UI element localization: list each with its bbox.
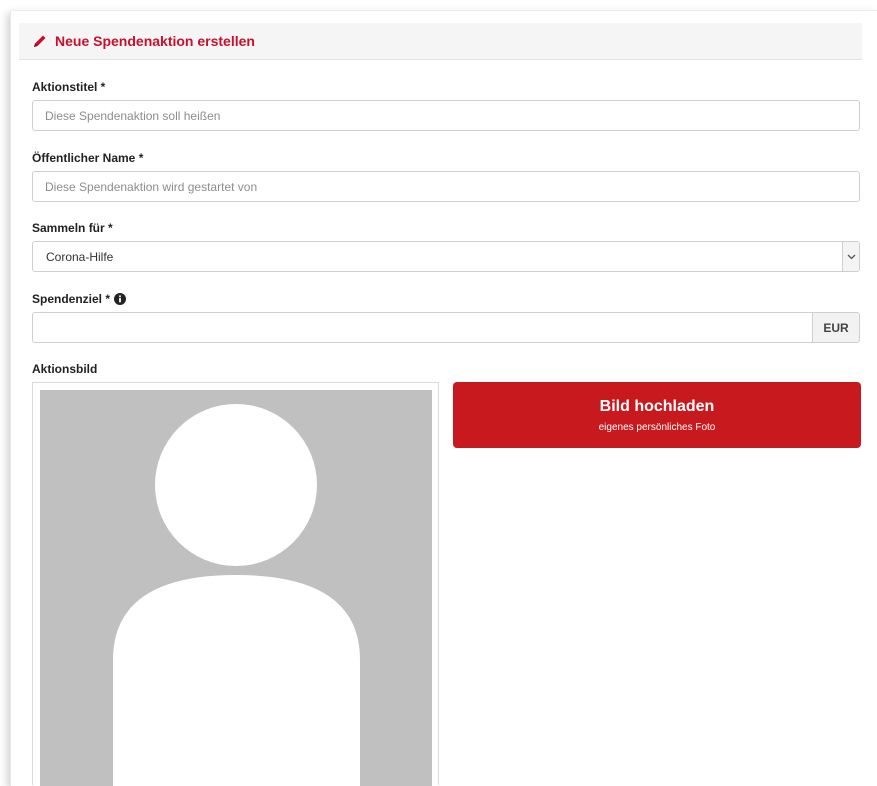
public-name-input[interactable]: [32, 171, 860, 202]
goal-input-group: EUR: [32, 312, 860, 343]
chevron-down-icon[interactable]: [842, 242, 859, 271]
collect-for-selected: Corona-Hilfe: [46, 249, 114, 264]
image-preview: [32, 382, 439, 786]
upload-button-subtitle: eigenes persönliches Foto: [598, 421, 716, 433]
image-label: Aktionsbild: [32, 362, 98, 376]
public-name-label: Öffentlicher Name *: [32, 151, 144, 165]
collect-for-label: Sammeln für *: [32, 221, 113, 235]
pencil-icon: [32, 33, 48, 49]
currency-addon: EUR: [812, 312, 860, 343]
title-input[interactable]: [32, 100, 860, 131]
collect-for-select[interactable]: Corona-Hilfe: [32, 241, 860, 272]
upload-image-button[interactable]: Bild hochladen eigenes persönliches Foto: [453, 382, 861, 448]
avatar-placeholder: [40, 390, 432, 786]
goal-input[interactable]: [32, 312, 812, 343]
form-header: Neue Spendenaktion erstellen: [19, 23, 862, 60]
user-silhouette-icon: [113, 404, 360, 786]
form-title: Neue Spendenaktion erstellen: [55, 33, 255, 49]
upload-button-title: Bild hochladen: [599, 397, 715, 415]
info-icon[interactable]: [114, 293, 127, 305]
goal-label: Spendenziel *: [32, 292, 111, 306]
title-label: Aktionstitel *: [32, 80, 106, 94]
goal-label-row: Spendenziel *: [32, 292, 127, 306]
